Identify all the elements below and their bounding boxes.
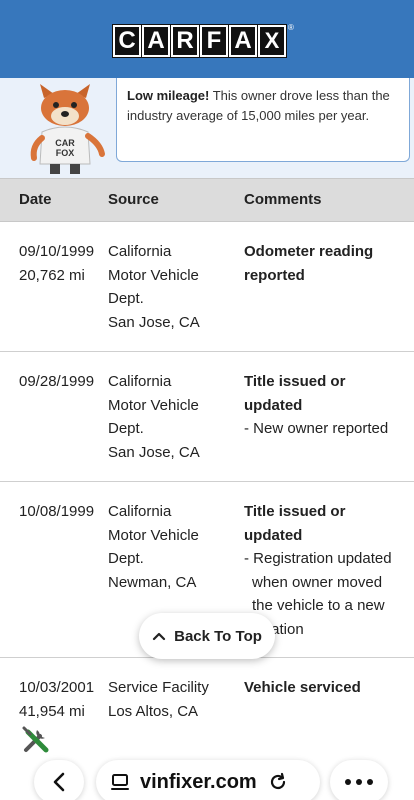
registered-mark: ® (288, 23, 294, 32)
table-row: 09/28/1999 California Motor Vehicle Dept… (0, 352, 414, 482)
comment-note: - New owner reported (244, 420, 389, 437)
source-line: California (108, 373, 172, 390)
back-to-top-button[interactable]: Back To Top (139, 613, 275, 659)
source-line: Dept. (108, 550, 144, 567)
svg-text:FOX: FOX (56, 148, 75, 158)
col-date-header: Date (19, 191, 52, 208)
back-to-top-label: Back To Top (174, 627, 262, 645)
row-source: California Motor Vehicle Dept. San Jose,… (108, 240, 240, 334)
comment-title: Title issued or updated (244, 373, 346, 414)
mileage-text: 20,762 mi (19, 266, 85, 284)
source-location: Newman, CA (108, 573, 197, 591)
source-line: Motor Vehicle (108, 396, 199, 414)
source-line: Motor Vehicle (108, 526, 199, 544)
mileage-banner: CAR FOX Low mileage! This owner drove le… (0, 78, 414, 178)
chevron-up-icon (153, 632, 166, 641)
comment-title: Title issued or updated (244, 503, 346, 544)
date-text: 10/03/2001 (19, 679, 95, 696)
source-location: San Jose, CA (108, 313, 200, 331)
logo-letter: R (170, 24, 200, 58)
history-table-header: Date Source Comments (0, 178, 414, 222)
logo-letter: C (112, 24, 142, 58)
logo-letter: F (199, 24, 229, 58)
row-date: 09/10/1999 20,762 mi (19, 240, 107, 287)
address-bar[interactable]: vinfixer.com (96, 760, 320, 800)
svg-text:CAR: CAR (55, 138, 75, 148)
page-icon (111, 774, 129, 790)
comment-title: Odometer reading reported (244, 243, 374, 284)
source-line: California (108, 503, 172, 520)
callout-bold: Low mileage! (127, 88, 210, 103)
browser-back-button[interactable] (34, 760, 84, 800)
row-source: California Motor Vehicle Dept. Newman, C… (108, 500, 240, 594)
comment-title: Vehicle serviced (244, 679, 361, 696)
date-text: 09/10/1999 (19, 243, 95, 260)
carfox-mascot-icon: CAR FOX (30, 84, 105, 174)
reload-icon[interactable] (267, 771, 289, 793)
mileage-text: 41,954 mi (19, 702, 85, 720)
date-text: 10/08/1999 (19, 503, 95, 520)
carfax-header: C A R F A X ® (0, 0, 414, 78)
col-comments-header: Comments (244, 191, 322, 208)
logo-letter: A (141, 24, 171, 58)
source-line: California (108, 243, 172, 260)
table-row: 09/10/1999 20,762 mi California Motor Ve… (0, 222, 414, 352)
browser-more-button[interactable] (330, 760, 388, 800)
source-line: Dept. (108, 290, 144, 307)
tools-icon[interactable] (20, 724, 52, 756)
source-location: Los Altos, CA (108, 702, 199, 720)
date-text: 09/28/1999 (19, 373, 95, 390)
row-date: 10/08/1999 (19, 500, 107, 524)
low-mileage-callout: Low mileage! This owner drove less than … (116, 78, 410, 162)
url-text: vinfixer.com (140, 770, 257, 793)
more-icon (345, 779, 373, 785)
row-comments: Odometer reading reported (244, 240, 404, 287)
row-source: Service Facility Los Altos, CA (108, 676, 240, 723)
back-arrow-icon (53, 772, 65, 792)
source-line: Dept. (108, 420, 144, 437)
row-comments: Title issued or updated - New owner repo… (244, 370, 404, 441)
logo-letter: A (228, 24, 258, 58)
row-comments: Vehicle serviced (244, 676, 404, 700)
source-line: Motor Vehicle (108, 266, 199, 284)
browser-bottom-bar: vinfixer.com (0, 758, 414, 800)
source-location: San Jose, CA (108, 443, 200, 461)
carfax-logo[interactable]: C A R F A X ® (112, 23, 294, 58)
logo-letter: X (257, 24, 287, 58)
row-source: California Motor Vehicle Dept. San Jose,… (108, 370, 240, 464)
col-source-header: Source (108, 191, 159, 208)
row-date: 09/28/1999 (19, 370, 107, 394)
row-date: 10/03/2001 41,954 mi (19, 676, 107, 723)
source-line: Service Facility (108, 679, 209, 696)
